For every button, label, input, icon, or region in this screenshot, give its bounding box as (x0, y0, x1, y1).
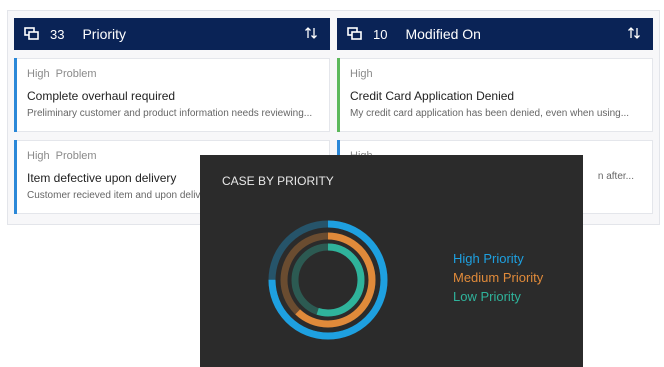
card-description: My credit card application has been deni… (350, 108, 630, 119)
priority-donut-chart (268, 220, 388, 340)
column-header[interactable]: 10 Modified On (337, 18, 653, 50)
case-card[interactable]: High Problem Complete overhaul required P… (14, 58, 330, 132)
card-accent (14, 140, 17, 214)
column-title: Modified On (405, 26, 481, 42)
case-card[interactable]: High Credit Card Application Denied My c… (337, 58, 653, 132)
legend-high-priority: High Priority (453, 251, 524, 266)
card-title: Credit Card Application Denied (350, 89, 515, 103)
column-title: Priority (82, 26, 127, 42)
column-count: 10 (373, 26, 388, 42)
popup-title: CASE BY PRIORITY (222, 174, 334, 188)
card-priority: High (27, 68, 50, 80)
column-count: 33 (50, 26, 65, 42)
legend-low-priority: Low Priority (453, 289, 521, 304)
card-description: Preliminary customer and product informa… (27, 108, 313, 119)
case-by-priority-popup: CASE BY PRIORITY High Priority Medium Pr… (200, 155, 583, 367)
card-priority: High (27, 150, 50, 162)
legend-medium-priority: Medium Priority (453, 270, 544, 285)
card-title: Complete overhaul required (27, 89, 176, 103)
card-accent (337, 58, 340, 132)
cases-icon (347, 25, 365, 43)
sort-icon[interactable] (627, 26, 643, 42)
card-type: Problem (55, 68, 97, 80)
sort-icon[interactable] (304, 26, 320, 42)
column-header[interactable]: 33 Priority (14, 18, 330, 50)
card-type: Problem (55, 150, 97, 162)
card-accent (14, 58, 17, 132)
card-priority: High (350, 68, 373, 80)
chart-legend: High Priority Medium Priority Low Priori… (453, 249, 543, 306)
cases-icon (24, 25, 42, 43)
